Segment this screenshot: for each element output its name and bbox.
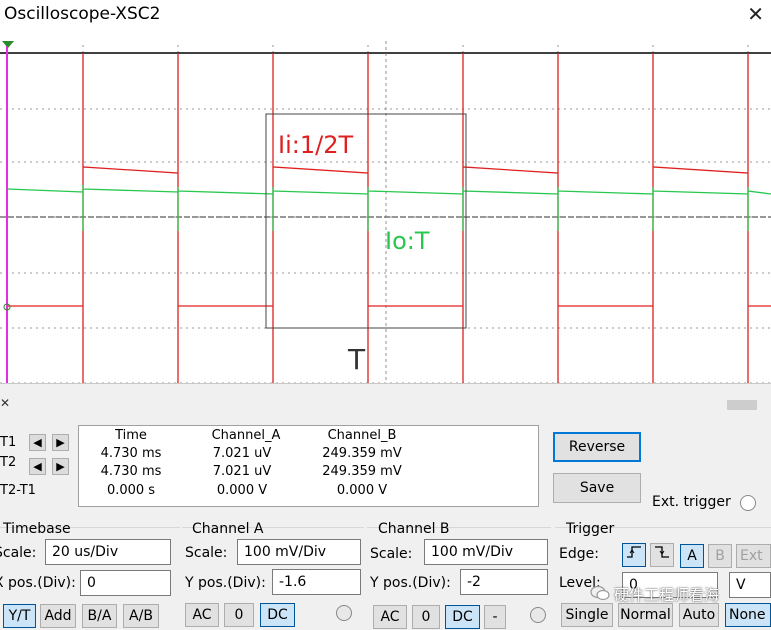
t1-label: T1 bbox=[0, 435, 17, 450]
falling-edge-icon[interactable] bbox=[650, 543, 674, 567]
diff-time: 0.000 s bbox=[106, 483, 156, 498]
t1-channel-b: 249.359 mV bbox=[322, 446, 402, 461]
t1-channel-a: 7.021 uV bbox=[212, 446, 272, 461]
save-button[interactable]: Save bbox=[553, 473, 641, 503]
rising-edge-icon[interactable] bbox=[622, 543, 646, 567]
header-channel-a: Channel_A bbox=[211, 428, 281, 443]
channel-a-ac-button[interactable]: AC bbox=[185, 603, 219, 627]
scope-display: Ii:1/2T Io:T T bbox=[0, 31, 771, 383]
trigger-group: Trigger Edge: A B Ext Level: 0 V Single … bbox=[555, 521, 771, 630]
t2-right-arrow-icon[interactable]: ▶ bbox=[52, 458, 69, 475]
trigger-edge-label: Edge: bbox=[559, 546, 599, 562]
close-icon[interactable]: ✕ bbox=[747, 2, 764, 26]
trigger-title: Trigger bbox=[566, 521, 615, 537]
timebase-xpos-field[interactable]: 0 bbox=[80, 570, 171, 596]
cursor-readout: Time Channel_A Channel_B 4.730 ms 7.021 … bbox=[78, 425, 539, 507]
channel-b-dc-button[interactable]: DC bbox=[445, 605, 480, 629]
trigger-source-ext-button[interactable]: Ext bbox=[736, 544, 771, 568]
trigger-source-a-button[interactable]: A bbox=[680, 544, 704, 568]
scroll-thumb[interactable] bbox=[727, 400, 757, 410]
divider bbox=[0, 383, 771, 384]
channel-a-dc-button[interactable]: DC bbox=[260, 603, 295, 627]
ext-trigger-label: Ext. trigger bbox=[652, 494, 731, 510]
watermark-text: 硬件工程师看海 bbox=[614, 586, 720, 604]
channel-b-annotation: Io:T bbox=[385, 227, 430, 255]
timebase-scale-label: Scale: bbox=[0, 545, 37, 561]
channel-a-annotation: Ii:1/2T bbox=[278, 131, 353, 159]
timebase-group: Timebase Scale: 20 us/Div X pos.(Div): 0… bbox=[0, 521, 180, 630]
channel-b-ypos-label: Y pos.(Div): bbox=[370, 575, 451, 591]
timebase-xpos-label: X pos.(Div): bbox=[0, 575, 76, 591]
channel-b-scale-label: Scale: bbox=[370, 546, 413, 562]
reverse-button[interactable]: Reverse bbox=[553, 432, 641, 462]
t1-time: 4.730 ms bbox=[100, 446, 162, 461]
channel-b-scale-field[interactable]: 100 mV/Div bbox=[424, 539, 548, 565]
diff-channel-b: 0.000 V bbox=[336, 483, 388, 498]
mode-yt-button[interactable]: Y/T bbox=[3, 604, 36, 628]
channel-b-ypos-field[interactable]: -2 bbox=[460, 569, 548, 595]
mode-ba-button[interactable]: B/A bbox=[82, 604, 117, 628]
channel-a-radio[interactable] bbox=[336, 605, 352, 621]
diff-channel-a: 0.000 V bbox=[216, 483, 268, 498]
title-bar: Oscilloscope-XSC2 ✕ bbox=[0, 0, 771, 31]
scroll-left-icon[interactable]: ✕ bbox=[0, 396, 10, 410]
channel-b-zero-button[interactable]: 0 bbox=[412, 605, 440, 629]
channel-b-invert-button[interactable]: - bbox=[484, 605, 506, 629]
wechat-icon bbox=[590, 585, 610, 601]
channel-a-title: Channel A bbox=[192, 521, 264, 537]
horizontal-scrollbar[interactable]: ✕ bbox=[0, 396, 771, 412]
channel-b-trace bbox=[6, 185, 771, 231]
channel-a-scale-field[interactable]: 100 mV/Div bbox=[237, 539, 361, 565]
header-channel-b: Channel_B bbox=[327, 428, 397, 443]
cursor-marker-icon[interactable] bbox=[2, 41, 14, 48]
t1-left-arrow-icon[interactable]: ◀ bbox=[29, 434, 46, 451]
t1-right-arrow-icon[interactable]: ▶ bbox=[52, 434, 69, 451]
trigger-normal-button[interactable]: Normal bbox=[618, 603, 673, 627]
channel-b-radio[interactable] bbox=[530, 607, 546, 623]
channel-b-ac-button[interactable]: AC bbox=[373, 605, 407, 629]
t2-left-arrow-icon[interactable]: ◀ bbox=[29, 458, 46, 475]
channel-a-scale-label: Scale: bbox=[185, 545, 228, 561]
timebase-scale-field[interactable]: 20 us/Div bbox=[45, 539, 171, 565]
period-annotation: T bbox=[347, 343, 366, 376]
t2-channel-b: 249.359 mV bbox=[322, 464, 402, 479]
trigger-single-button[interactable]: Single bbox=[561, 603, 613, 627]
waveform-plot: Ii:1/2T Io:T T bbox=[0, 41, 771, 383]
channel-a-trace bbox=[7, 53, 771, 383]
t2-t1-label: T2-T1 bbox=[0, 483, 36, 498]
t2-label: T2 bbox=[0, 455, 17, 470]
ext-trigger-radio[interactable] bbox=[740, 495, 756, 511]
trigger-none-button[interactable]: None bbox=[725, 603, 771, 627]
channel-b-title: Channel B bbox=[378, 521, 450, 537]
header-time: Time bbox=[115, 428, 147, 443]
channel-a-ypos-field[interactable]: -1.6 bbox=[272, 569, 361, 595]
trigger-source-b-button[interactable]: B bbox=[708, 544, 732, 568]
channel-b-group: Channel B Scale: 100 mV/Div Y pos.(Div):… bbox=[367, 521, 551, 630]
channel-a-ypos-label: Y pos.(Div): bbox=[185, 575, 266, 591]
mode-ab-button[interactable]: A/B bbox=[123, 604, 159, 628]
grid bbox=[0, 41, 771, 383]
trigger-auto-button[interactable]: Auto bbox=[679, 603, 719, 627]
channel-a-zero-button[interactable]: 0 bbox=[224, 603, 254, 627]
mode-add-button[interactable]: Add bbox=[40, 604, 76, 628]
trigger-level-unit[interactable]: V bbox=[729, 572, 771, 598]
t2-time: 4.730 ms bbox=[100, 464, 162, 479]
t2-channel-a: 7.021 uV bbox=[212, 464, 272, 479]
timebase-title: Timebase bbox=[3, 521, 71, 537]
window-title: Oscilloscope-XSC2 bbox=[4, 4, 161, 24]
channel-a-group: Channel A Scale: 100 mV/Div Y pos.(Div):… bbox=[182, 521, 364, 630]
